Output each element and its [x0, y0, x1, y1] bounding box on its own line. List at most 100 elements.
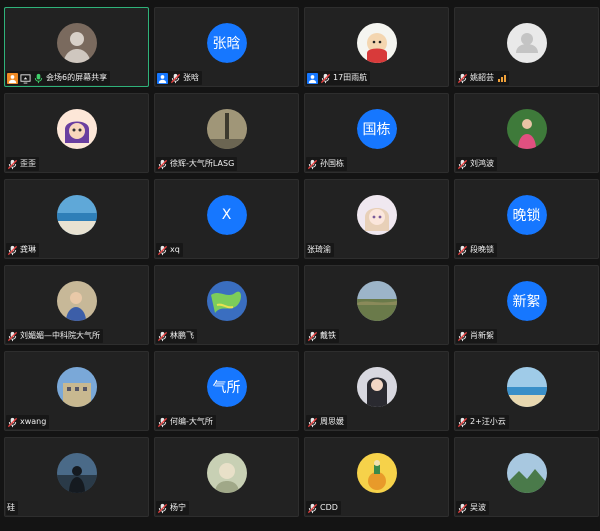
mountain-photo-avatar [506, 453, 547, 493]
mic-off-icon[interactable] [457, 73, 468, 84]
participant-tile[interactable]: xwang [4, 351, 149, 431]
participant-tile[interactable]: 刘鸿波 [454, 93, 599, 173]
participant-tile[interactable]: 歪歪 [4, 93, 149, 173]
name-bar: 张琦渝 [306, 243, 334, 257]
name-bar: 17田雨航 [306, 71, 371, 85]
cartoon-girl-avatar [56, 109, 97, 149]
participant-tile[interactable]: 刘媚媚—中科院大气所 [4, 265, 149, 345]
name-bar: 戴铁 [306, 329, 339, 343]
avatar-initials: 国栋 [356, 109, 397, 149]
initials-avatar: 国栋 [356, 109, 397, 149]
mic-off-icon[interactable] [157, 159, 168, 170]
participant-tile[interactable]: 张琦渝 [304, 179, 449, 259]
mic-off-icon[interactable] [457, 417, 468, 428]
landscape-photo-avatar [356, 281, 397, 321]
name-bar: 徐辉-大气所LASG [156, 157, 238, 171]
anime-girl-avatar [356, 195, 397, 235]
name-bar: 何编-大气所 [156, 415, 216, 429]
participant-tile[interactable]: 徐辉-大气所LASG [154, 93, 299, 173]
participant-tile[interactable]: 国栋 孙国栋 [304, 93, 449, 173]
participant-name: 吴波 [470, 503, 486, 512]
mic-off-icon[interactable] [157, 417, 168, 428]
mic-off-icon[interactable] [157, 503, 168, 514]
screen-share-icon [20, 73, 31, 84]
participant-tile[interactable]: 会场6的屏幕共享 [4, 7, 149, 87]
avatar-initials: 新絮 [506, 281, 547, 321]
initials-avatar: X [206, 195, 247, 235]
participant-name: 何编-大气所 [170, 417, 213, 426]
mic-off-icon[interactable] [157, 245, 168, 256]
participant-tile[interactable]: 晚锁 段晚锁 [454, 179, 599, 259]
participant-name: 17田雨航 [333, 73, 368, 82]
participant-name: 2+汪小云 [470, 417, 506, 426]
participant-name: 姚韶芸 [470, 73, 494, 82]
participant-tile[interactable]: 17田雨航 [304, 7, 449, 87]
beach-photo-avatar [56, 195, 97, 235]
participant-tile[interactable]: 龚琳 [4, 179, 149, 259]
name-bar: 姚韶芸 [456, 71, 509, 85]
mic-on-icon[interactable] [33, 73, 44, 84]
participant-grid: 会场6的屏幕共享 张晗 张晗 17田雨航 姚韶芸 歪歪 徐辉-大气所LASG 国栋 孙国栋 刘鸿波… [0, 0, 600, 531]
user-photo-avatar [56, 23, 97, 63]
default-user-avatar [506, 23, 547, 63]
mic-off-icon[interactable] [457, 159, 468, 170]
mic-off-icon[interactable] [7, 417, 18, 428]
mic-off-icon[interactable] [320, 73, 331, 84]
participant-tile[interactable]: 姚韶芸 [454, 7, 599, 87]
participant-tile[interactable]: 林鹏飞 [154, 265, 299, 345]
mic-off-icon[interactable] [170, 73, 181, 84]
mic-off-icon[interactable] [307, 417, 318, 428]
participant-tile[interactable]: 硅 [4, 437, 149, 517]
participant-name: 张晗 [183, 73, 199, 82]
host-badge-icon [7, 72, 18, 84]
participant-tile[interactable]: 戴铁 [304, 265, 449, 345]
initials-avatar: 晚锁 [506, 195, 547, 235]
name-bar: 歪歪 [6, 157, 39, 171]
name-bar: 刘鸿波 [456, 157, 497, 171]
participant-name: 龚琳 [20, 245, 36, 254]
initials-avatar: 张晗 [206, 23, 247, 63]
participant-tile[interactable]: 张晗 张晗 [154, 7, 299, 87]
mic-off-icon[interactable] [457, 331, 468, 342]
mic-off-icon[interactable] [307, 159, 318, 170]
participant-name: 杨宁 [170, 503, 186, 512]
mic-off-icon[interactable] [307, 331, 318, 342]
name-bar: xq [156, 243, 183, 257]
mic-off-icon[interactable] [457, 503, 468, 514]
name-bar: CDD [306, 501, 341, 515]
participant-name: CDD [320, 503, 338, 512]
name-bar: 会场6的屏幕共享 [6, 71, 111, 85]
mic-off-icon[interactable] [457, 245, 468, 256]
participant-tile[interactable]: 周思媛 [304, 351, 449, 431]
participant-name: 刘鸿波 [470, 159, 494, 168]
name-bar: 硅 [6, 501, 18, 515]
map-photo-avatar [206, 281, 247, 321]
avatar-initials: 张晗 [206, 23, 247, 63]
mic-off-icon[interactable] [7, 331, 18, 342]
name-bar: 杨宁 [156, 501, 189, 515]
name-bar: 龚琳 [6, 243, 39, 257]
participant-tile[interactable]: 气所何编-大气所 [154, 351, 299, 431]
participant-name: 戴铁 [320, 331, 336, 340]
participant-tile[interactable]: 杨宁 [154, 437, 299, 517]
signal-strength-icon [498, 74, 506, 82]
participant-tile[interactable]: Xxq [154, 179, 299, 259]
participant-name: xq [170, 245, 180, 254]
user-badge-icon [157, 72, 168, 84]
mic-off-icon[interactable] [7, 245, 18, 256]
participant-name: 肖新絮 [470, 331, 494, 340]
mic-off-icon[interactable] [307, 503, 318, 514]
mic-off-icon[interactable] [157, 331, 168, 342]
mic-off-icon[interactable] [7, 159, 18, 170]
participant-name: 硅 [7, 503, 15, 512]
participant-name: 徐辉-大气所LASG [170, 159, 235, 168]
participant-tile[interactable]: 2+汪小云 [454, 351, 599, 431]
little-prince-avatar [356, 453, 397, 493]
participant-tile[interactable]: 吴波 [454, 437, 599, 517]
name-bar: 肖新絮 [456, 329, 497, 343]
name-bar: 刘媚媚—中科院大气所 [6, 329, 103, 343]
avatar-initials: 气所 [206, 367, 247, 407]
participant-name: 林鹏飞 [170, 331, 194, 340]
participant-tile[interactable]: CDD [304, 437, 449, 517]
participant-tile[interactable]: 新絮肖新絮 [454, 265, 599, 345]
